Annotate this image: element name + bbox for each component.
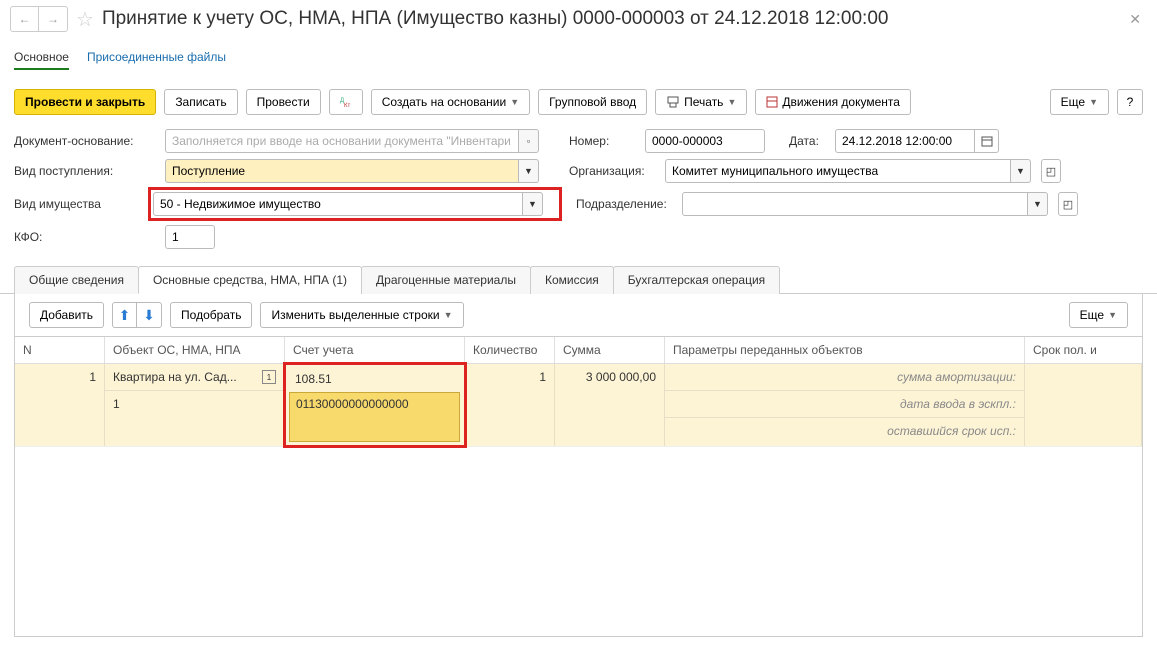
cell-params[interactable]: сумма амортизации: дата ввода в эскпл.: … bbox=[665, 364, 1025, 446]
nav-forward-button[interactable]: → bbox=[39, 7, 67, 31]
movements-button[interactable]: Движения документа bbox=[755, 89, 911, 115]
receipt-type-label: Вид поступления: bbox=[14, 164, 159, 178]
doc-basis-select-button[interactable]: ▫ bbox=[519, 129, 539, 153]
tab-precious[interactable]: Драгоценные материалы bbox=[361, 266, 531, 294]
change-rows-button[interactable]: Изменить выделенные строки▼ bbox=[260, 302, 463, 328]
org-dropdown-button[interactable]: ▼ bbox=[1011, 159, 1031, 183]
col-header-acct[interactable]: Счет учета bbox=[285, 337, 465, 363]
pick-button[interactable]: Подобрать bbox=[170, 302, 252, 328]
division-input[interactable] bbox=[682, 192, 1028, 216]
col-header-term[interactable]: Срок пол. и bbox=[1025, 337, 1142, 363]
cell-qty[interactable]: 1 bbox=[465, 364, 555, 446]
col-header-sum[interactable]: Сумма bbox=[555, 337, 665, 363]
receipt-type-dropdown-button[interactable]: ▼ bbox=[519, 159, 539, 183]
tab-general[interactable]: Общие сведения bbox=[14, 266, 139, 294]
move-down-button[interactable]: ⬇ bbox=[137, 303, 161, 327]
tab-fixed-assets[interactable]: Основные средства, НМА, НПА (1) bbox=[138, 266, 362, 294]
sub-more-button[interactable]: Еще▼ bbox=[1069, 302, 1128, 328]
division-dropdown-button[interactable]: ▼ bbox=[1028, 192, 1048, 216]
date-input[interactable] bbox=[835, 129, 975, 153]
nav-back-button[interactable]: ← bbox=[11, 7, 39, 31]
kfo-label: КФО: bbox=[14, 230, 159, 244]
save-button[interactable]: Записать bbox=[164, 89, 237, 115]
move-up-button[interactable]: ⬆ bbox=[113, 303, 137, 327]
group-input-button[interactable]: Групповой ввод bbox=[538, 89, 647, 115]
cell-sum[interactable]: 3 000 000,00 bbox=[555, 364, 665, 446]
favorite-star-icon[interactable]: ☆ bbox=[76, 7, 94, 32]
org-label: Организация: bbox=[569, 164, 659, 178]
add-row-button[interactable]: Добавить bbox=[29, 302, 104, 328]
close-icon[interactable]: ✕ bbox=[1123, 11, 1147, 28]
dk-button[interactable]: ДКт bbox=[329, 89, 363, 115]
more-button[interactable]: Еще▼ bbox=[1050, 89, 1109, 115]
cell-obj[interactable]: Квартира на ул. Сад... 1 1 bbox=[105, 364, 285, 446]
kfo-input[interactable] bbox=[165, 225, 215, 249]
page-title: Принятие к учету ОС, НМА, НПА (Имущество… bbox=[102, 8, 1115, 30]
param-amortization: сумма амортизации: bbox=[665, 364, 1024, 391]
number-label: Номер: bbox=[569, 134, 639, 148]
calendar-button[interactable] bbox=[975, 129, 999, 153]
svg-text:Кт: Кт bbox=[344, 103, 350, 108]
create-from-button[interactable]: Создать на основании▼ bbox=[371, 89, 530, 115]
receipt-type-input[interactable] bbox=[165, 159, 519, 183]
nav-tab-main[interactable]: Основное bbox=[14, 46, 69, 70]
print-button[interactable]: Печать▼ bbox=[655, 89, 747, 115]
doc-basis-label: Документ-основание: bbox=[14, 134, 159, 148]
property-type-dropdown-button[interactable]: ▼ bbox=[523, 192, 543, 216]
nav-history[interactable]: ← → bbox=[10, 6, 68, 32]
assets-grid: N Объект ОС, НМА, НПА Счет учета Количес… bbox=[14, 337, 1143, 637]
date-label: Дата: bbox=[789, 134, 829, 148]
org-open-button[interactable]: ◰ bbox=[1041, 159, 1061, 183]
submit-button[interactable]: Провести и закрыть bbox=[14, 89, 156, 115]
post-button[interactable]: Провести bbox=[246, 89, 321, 115]
doc-basis-input[interactable] bbox=[165, 129, 519, 153]
tab-commission[interactable]: Комиссия bbox=[530, 266, 614, 294]
cell-n[interactable]: 1 bbox=[15, 364, 105, 446]
division-label: Подразделение: bbox=[576, 197, 676, 211]
table-row[interactable]: 1 Квартира на ул. Сад... 1 1 108.51 0113… bbox=[15, 364, 1142, 447]
org-input[interactable] bbox=[665, 159, 1011, 183]
object-card-icon[interactable]: 1 bbox=[262, 370, 276, 384]
cell-acct[interactable]: 108.51 bbox=[289, 368, 460, 390]
col-header-n[interactable]: N bbox=[15, 337, 105, 363]
division-open-button[interactable]: ◰ bbox=[1058, 192, 1078, 216]
cell-acct-highlight: 108.51 01130000000000000 bbox=[285, 364, 465, 446]
param-remaining-term: оставшийся срок исп.: bbox=[665, 418, 1024, 444]
property-type-label: Вид имущества bbox=[14, 197, 144, 211]
col-header-obj[interactable]: Объект ОС, НМА, НПА bbox=[105, 337, 285, 363]
cell-term[interactable] bbox=[1025, 364, 1142, 446]
tab-accounting[interactable]: Бухгалтерская операция bbox=[613, 266, 780, 294]
property-type-highlight: ▼ bbox=[150, 189, 560, 219]
help-button[interactable]: ? bbox=[1117, 89, 1143, 115]
col-header-qty[interactable]: Количество bbox=[465, 337, 555, 363]
param-commission-date: дата ввода в эскпл.: bbox=[665, 391, 1024, 418]
number-input[interactable] bbox=[645, 129, 765, 153]
cell-acct2[interactable]: 01130000000000000 bbox=[289, 392, 460, 442]
col-header-params[interactable]: Параметры переданных объектов bbox=[665, 337, 1025, 363]
property-type-input[interactable] bbox=[153, 192, 523, 216]
nav-tab-attached[interactable]: Присоединенные файлы bbox=[87, 46, 226, 70]
